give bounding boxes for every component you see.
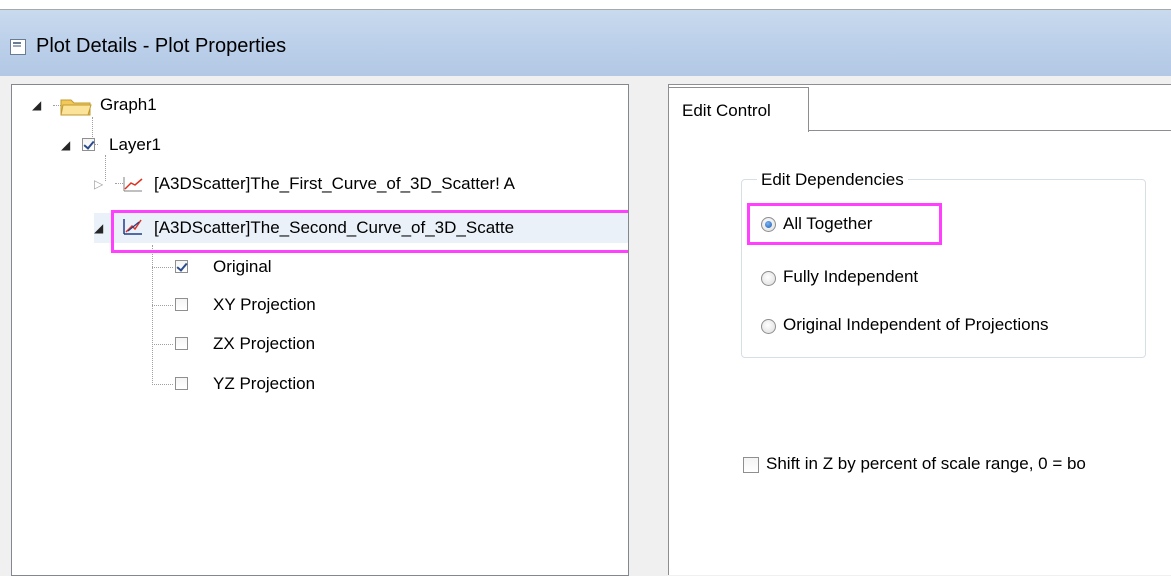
tree-node-label: ZX Projection	[213, 334, 316, 353]
collapse-icon[interactable]: ◢	[94, 222, 103, 234]
tree-connector	[152, 384, 173, 385]
original-checkbox[interactable]	[175, 260, 188, 273]
group-title: Edit Dependencies	[757, 170, 908, 190]
window-title: Plot Details - Plot Properties	[36, 35, 287, 57]
highlight-box-curve2	[111, 210, 628, 253]
original-independent-radio[interactable]	[761, 319, 776, 334]
expand-icon[interactable]: ▷	[94, 178, 103, 190]
fully-independent-radio[interactable]	[761, 271, 776, 286]
folder-icon	[60, 99, 92, 116]
window-top-edge	[0, 0, 1171, 10]
collapse-icon[interactable]: ◢	[32, 99, 41, 111]
tree-node-label: Graph1	[100, 95, 157, 114]
layer1-checkbox[interactable]	[82, 138, 95, 151]
tree-connector	[152, 267, 173, 268]
yz-projection-checkbox[interactable]	[175, 377, 188, 390]
plot-tree[interactable]: ◢ Graph1 ◢ Layer1 ▷ [A3DScatter]The_Firs…	[11, 84, 629, 576]
tree-connector	[152, 245, 153, 385]
tree-node-label: [A3DScatter]The_First_Curve_of_3D_Scatte…	[154, 174, 515, 193]
radio-label-original-independent[interactable]: Original Independent of Projections	[783, 315, 1049, 335]
title-bar[interactable]: Plot Details - Plot Properties	[0, 10, 1171, 76]
all-together-radio[interactable]	[761, 217, 776, 232]
tree-connector	[115, 183, 123, 184]
collapse-icon[interactable]: ◢	[61, 139, 70, 151]
radio-label-fully-independent[interactable]: Fully Independent	[783, 267, 918, 287]
line-plot-icon	[123, 177, 143, 192]
tree-connector	[152, 344, 173, 345]
tab-label: Edit Control	[682, 101, 771, 120]
tree-node-label: Original	[213, 257, 272, 276]
tree-node-label: YZ Projection	[213, 374, 316, 393]
radio-label-all-together[interactable]: All Together	[783, 214, 872, 234]
tree-connector	[105, 155, 106, 181]
xy-projection-checkbox[interactable]	[175, 298, 188, 311]
zx-projection-checkbox[interactable]	[175, 337, 188, 350]
tab-edit-control[interactable]: Edit Control	[668, 87, 809, 132]
shift-z-label[interactable]: Shift in Z by percent of scale range, 0 …	[766, 454, 1086, 474]
tree-connector	[152, 305, 173, 306]
window-icon	[10, 39, 26, 55]
tree-node-label: XY Projection	[213, 295, 316, 314]
shift-z-checkbox[interactable]	[743, 457, 759, 473]
tab-strip-line	[807, 130, 1171, 131]
tree-node-label: Layer1	[109, 135, 161, 154]
